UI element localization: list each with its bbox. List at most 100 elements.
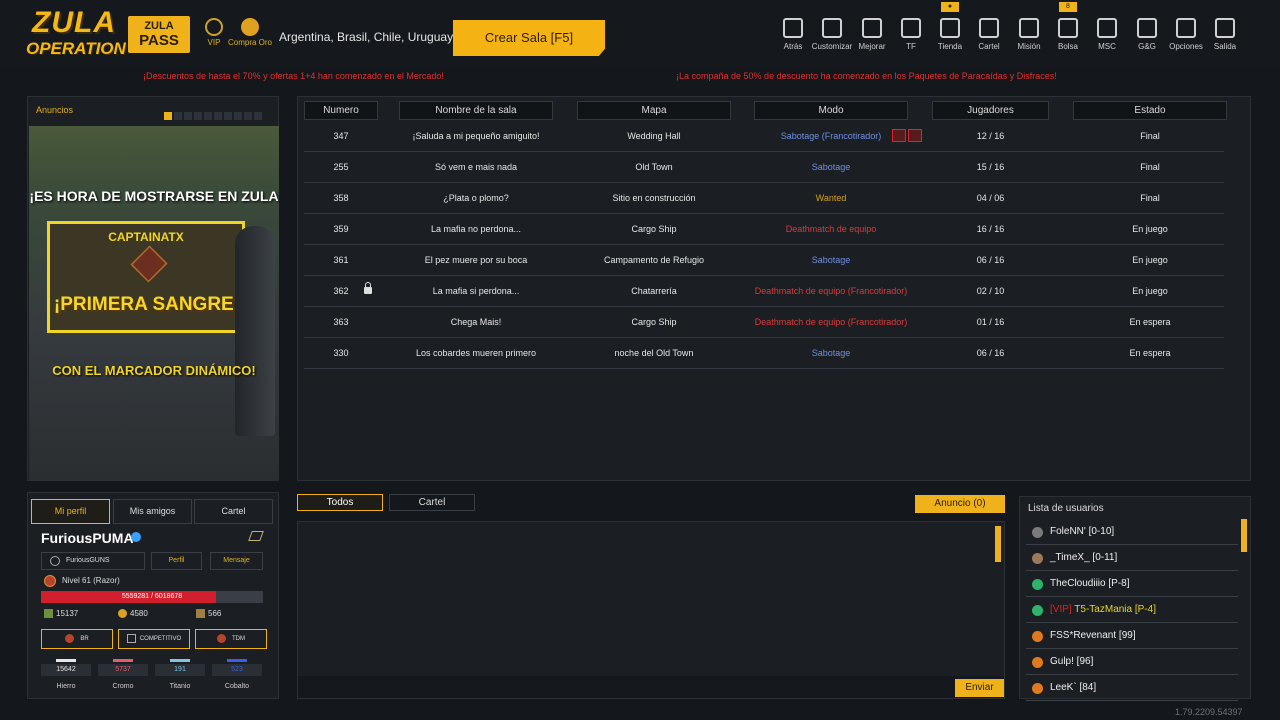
material-color-bar — [227, 659, 247, 662]
room-row[interactable]: 358 ¿Plata o plomo? Sitio en construcción W… — [304, 183, 1224, 214]
carousel-dot[interactable] — [164, 112, 172, 120]
nav-badge: 8 — [1059, 2, 1077, 12]
carousel-dot[interactable] — [174, 112, 182, 120]
send-button[interactable]: Enviar — [955, 679, 1004, 697]
user-list-item[interactable]: LeeK` [84] — [1026, 675, 1238, 701]
clan-emblem-icon — [50, 556, 60, 566]
user-list-item[interactable]: Gulp! [96] — [1026, 649, 1238, 675]
room-state: En juego — [1132, 255, 1168, 265]
user-list-item[interactable]: _TimeX_ [0-11] — [1026, 545, 1238, 571]
material-label: Hierro — [56, 683, 76, 690]
room-row[interactable]: 361 El pez muere por su boca Campamento de… — [304, 245, 1224, 276]
chat-scrollbar[interactable] — [995, 526, 1001, 562]
room-mode: Wanted — [815, 193, 847, 203]
carousel-dot[interactable] — [224, 112, 232, 120]
buy-gold-button[interactable]: Compra Oro — [226, 18, 274, 47]
room-row[interactable]: 255 Só vem e mais nada Old Town Sabotage 15 … — [304, 152, 1224, 183]
ticket-icon — [196, 609, 205, 619]
rank-competitive[interactable]: COMPETITIVO — [118, 629, 190, 649]
room-state: Final — [1140, 162, 1160, 172]
room-state: En espera — [1129, 317, 1171, 327]
room-mode: Sabotage — [811, 348, 851, 358]
profile-panel: Mi perfil Mis amigos Cartel FuriousPUMA … — [27, 492, 279, 699]
nav-power-button[interactable]: Salida — [1202, 18, 1248, 51]
announcement-button[interactable]: Anuncio (0) — [915, 495, 1005, 513]
room-players: 12 / 16 — [976, 131, 1005, 141]
material-cobalto: 523 Cobalto — [212, 659, 262, 690]
player-portrait-icon — [130, 245, 168, 283]
material-label: Titanio — [169, 683, 191, 690]
currency-points: 15137 — [44, 609, 78, 619]
room-row[interactable]: 362 La mafia si perdona... Chatarrería Deat… — [304, 276, 1224, 307]
carousel-dot[interactable] — [194, 112, 202, 120]
col-modo[interactable]: Modo — [754, 101, 908, 120]
room-row[interactable]: 330 Los cobardes mueren primero noche del … — [304, 338, 1224, 369]
user-list-item[interactable]: FoleNN' [0-10] — [1026, 519, 1238, 545]
room-row[interactable]: 363 Chega Mais! Cargo Ship Deathmatch de eq… — [304, 307, 1224, 338]
room-row[interactable]: 359 La mafia no perdona... Cargo Ship Death… — [304, 214, 1224, 245]
level-badge-icon — [44, 575, 56, 587]
room-name: Los cobardes mueren primero — [415, 348, 537, 358]
chat-tab-cartel[interactable]: Cartel — [389, 494, 475, 511]
tab-cartel[interactable]: Cartel — [194, 499, 273, 524]
region-selector[interactable]: Argentina, Brasil, Chile, Uruguay 1 — [279, 30, 463, 44]
room-name: El pez muere por su boca — [424, 255, 528, 265]
announcements-panel: Anuncios ¡ES HORA DE MOSTRARSE EN ZULA C… — [27, 96, 279, 481]
user-rank-icon — [1032, 605, 1043, 616]
rank-wing-icon — [248, 531, 264, 541]
rank-br[interactable]: BR — [41, 629, 113, 649]
col-nombre[interactable]: Nombre de la sala — [399, 101, 553, 120]
carousel-dot[interactable] — [184, 112, 192, 120]
col-mapa[interactable]: Mapa — [577, 101, 731, 120]
user-list-item[interactable]: FSS*Revenant [99] — [1026, 623, 1238, 649]
user-list-item[interactable]: [VIP] T5-TazMania [P-4] — [1026, 597, 1238, 623]
carousel-dot[interactable] — [234, 112, 242, 120]
col-estado[interactable]: Estado — [1073, 101, 1227, 120]
rank-tdm[interactable]: TDM — [195, 629, 267, 649]
material-value: 15642 — [41, 664, 91, 676]
room-mode: Deathmatch de equipo (Francotirador) — [754, 286, 908, 296]
user-name: TheCloudiiio [P-8] — [1050, 578, 1130, 589]
col-jugadores[interactable]: Jugadores — [932, 101, 1049, 120]
carousel-dots[interactable] — [164, 107, 264, 125]
user-list-scrollbar[interactable] — [1241, 519, 1247, 552]
room-mode: Sabotage — [811, 255, 851, 265]
room-state: Final — [1140, 131, 1160, 141]
chat-tab-all[interactable]: Todos — [297, 494, 383, 511]
announcement-banner[interactable]: ¡ES HORA DE MOSTRARSE EN ZULA CAPTAINATX… — [29, 126, 279, 480]
zula-pass-button[interactable]: ZULA PASS — [128, 16, 190, 53]
vip-tag: [VIP] — [1050, 604, 1072, 615]
material-value: 523 — [212, 664, 262, 676]
room-row[interactable]: 347 ¡Saluda a mi pequeño amiguito! Wedding… — [304, 121, 1224, 152]
room-players: 15 / 16 — [976, 162, 1005, 172]
user-name: LeeK` [84] — [1050, 682, 1097, 693]
tab-my-friends[interactable]: Mis amigos — [113, 499, 192, 524]
verified-icon — [131, 532, 141, 542]
clan-button[interactable]: FuriousGUNS — [41, 552, 145, 570]
room-num: 255 — [333, 162, 349, 172]
currency-gold: 4580 — [118, 609, 148, 619]
chat-input[interactable] — [298, 676, 1004, 698]
chat-log[interactable] — [297, 521, 1005, 699]
message-button[interactable]: Mensaje — [210, 552, 263, 570]
material-color-bar — [113, 659, 133, 662]
carousel-dot[interactable] — [214, 112, 222, 120]
tab-my-profile[interactable]: Mi perfil — [31, 499, 110, 524]
room-map: Sitio en construcción — [612, 193, 696, 203]
user-list-title: Lista de usuarios — [1028, 503, 1104, 514]
user-list-item[interactable]: TheCloudiiio [P-8] — [1026, 571, 1238, 597]
user-rank-icon — [1032, 553, 1043, 564]
vip-button[interactable]: VIP — [202, 18, 226, 47]
rank-emblem-icon — [65, 633, 75, 643]
profile-button[interactable]: Perfil — [151, 552, 202, 570]
carousel-dot[interactable] — [254, 112, 262, 120]
cart-icon — [940, 18, 960, 38]
laurel-icon — [205, 18, 223, 36]
user-name: Gulp! [96] — [1050, 656, 1094, 667]
gold-coin-icon — [118, 609, 127, 619]
create-room-button[interactable]: Crear Sala [F5] — [453, 20, 605, 56]
carousel-dot[interactable] — [244, 112, 252, 120]
col-numero[interactable]: Numero — [304, 101, 378, 120]
carousel-dot[interactable] — [204, 112, 212, 120]
banner-player-name: CAPTAINATX — [108, 230, 184, 244]
